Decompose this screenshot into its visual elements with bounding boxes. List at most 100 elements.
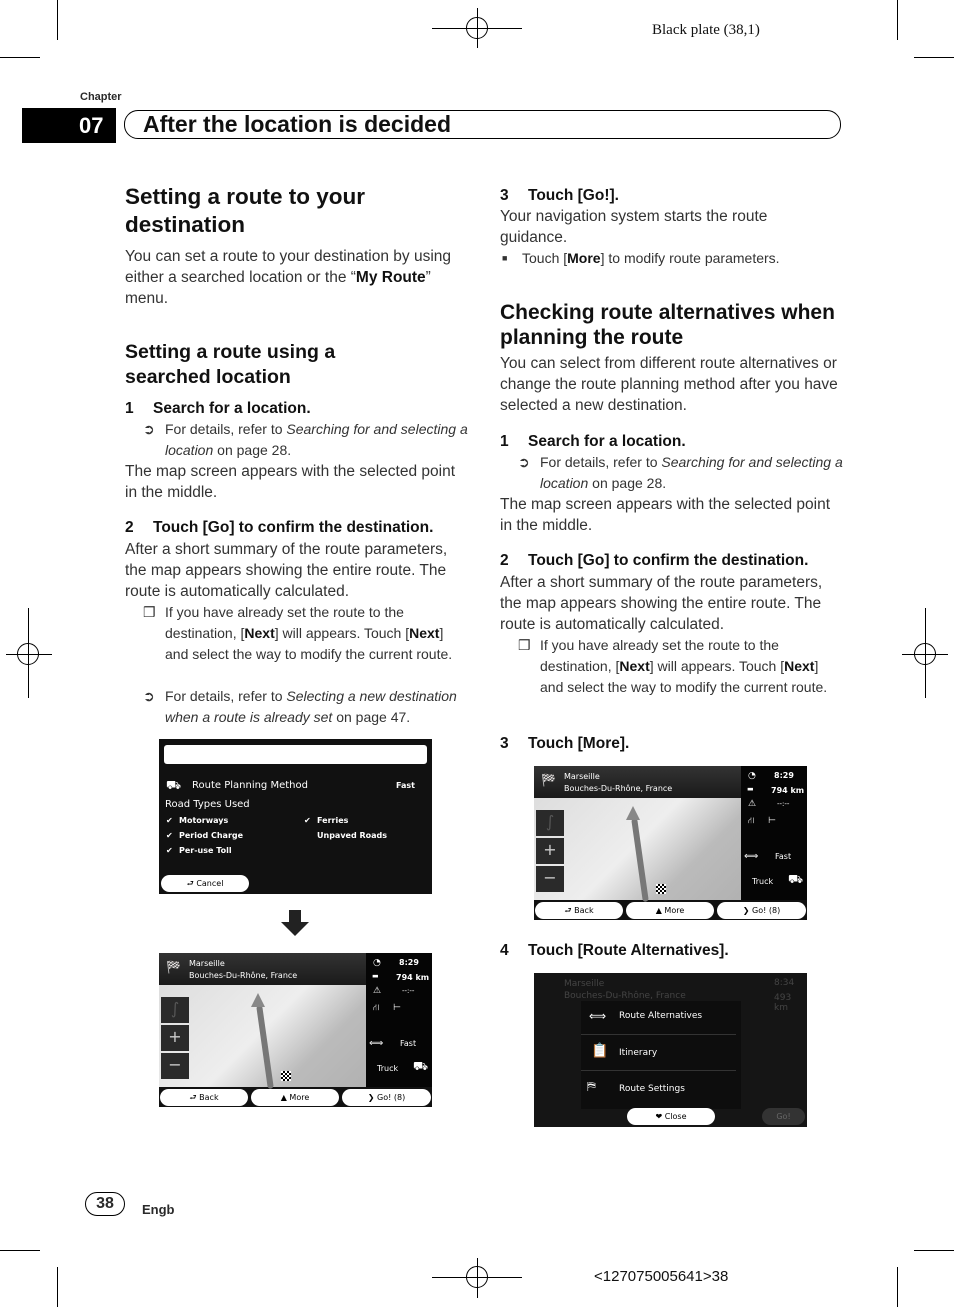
page-number: 38 — [85, 1192, 125, 1216]
zoom-in-button[interactable]: + — [536, 838, 564, 864]
back-arrow-icon: ⮐ — [186, 879, 197, 888]
down-arrow-icon — [281, 910, 309, 938]
zoom-out-button[interactable]: − — [536, 866, 564, 892]
remaining-distance: 794 km — [396, 973, 430, 982]
clock-icon: ◔ — [373, 958, 381, 968]
route-method: Fast — [775, 852, 792, 861]
intro-text: You can select from different route alte… — [500, 355, 838, 414]
more-button[interactable]: ▲ More — [626, 902, 714, 919]
bullet-note: ■ Touch [More] to modify route parameters… — [502, 250, 780, 266]
reference-note: ➲ For details, refer to Searching for and… — [518, 454, 843, 491]
map-screen: 🏁 Marseille Bouches-Du-Rhône, France ◔ 8… — [534, 766, 807, 920]
route-method-icon: ⟺ — [744, 851, 759, 862]
close-button[interactable]: ❤ Close — [627, 1108, 715, 1125]
road-type-option[interactable]: ✔ Per-use Toll — [166, 846, 232, 855]
toll-icon: ⊢ — [393, 1003, 401, 1013]
menu-item-route-settings[interactable]: ⛿ Route Settings — [581, 1072, 736, 1106]
truck-icon: ⛟ — [413, 1059, 429, 1073]
registration-mark — [925, 608, 926, 698]
reference-note: ➲ For details, refer to Searching for and… — [143, 421, 468, 458]
route-alternatives-icon: ⟺ — [589, 1009, 607, 1023]
road-type-option[interactable]: Unpaved Roads — [304, 831, 387, 840]
road-types-label: Road Types Used — [165, 799, 250, 810]
back-button[interactable]: ⮐ Back — [160, 1089, 248, 1106]
chevron-right-icon: ❯ — [742, 906, 753, 915]
zoom-in-button[interactable]: + — [161, 1025, 189, 1051]
go-button[interactable]: ❯ Go! (8) — [717, 902, 806, 919]
warning-icon: ⚠ — [748, 799, 757, 809]
remaining-time: 8:29 — [399, 958, 419, 967]
direction-arrow-icon — [251, 993, 265, 1007]
chevron-right-icon: ❯ — [367, 1093, 378, 1102]
chevron-down-icon: ❤ — [655, 1112, 665, 1121]
menu-panel: ⟺ Route Alternatives 📋 Itinerary ⛿ Route Se… — [581, 1001, 741, 1109]
registration-mark — [477, 8, 478, 48]
language-code: Engb — [142, 1202, 175, 1217]
distance-icon: ▬ — [747, 785, 754, 793]
go-button[interactable]: Go! — [762, 1108, 805, 1125]
crop-mark — [57, 0, 58, 40]
step-2: 2 Touch [Go] to confirm the destination. — [500, 552, 809, 569]
more-menu-screen: Marseille Bouches-Du-Rhône, France 8:34 … — [534, 973, 807, 1127]
step-3: 3 Touch [Go!]. — [500, 187, 619, 204]
truck-icon: ⛟ — [788, 872, 804, 886]
itinerary-icon: 📋 — [591, 1043, 609, 1059]
go-button[interactable]: ❯ Go! (8) — [342, 1089, 431, 1106]
eta: --:-- — [402, 987, 415, 995]
zoom-out-button[interactable]: − — [161, 1053, 189, 1079]
cancel-button[interactable]: ⮐ Cancel — [161, 875, 249, 892]
search-bar[interactable] — [164, 745, 427, 764]
route-planning-method-label[interactable]: Route Planning Method — [192, 780, 308, 791]
road-type-option[interactable]: ✔ Ferries — [304, 816, 348, 825]
step-2: 2 Touch [Go] to confirm the destination. — [125, 519, 434, 536]
checkmark-icon: ✔ — [166, 816, 173, 825]
destination-city: Marseille — [189, 959, 225, 968]
remaining-distance: 493 km — [774, 993, 792, 1013]
route-settings-icon: ⛿ — [587, 1079, 596, 1093]
crop-mark — [57, 1267, 58, 1307]
back-button[interactable]: ⮐ Back — [535, 902, 623, 919]
step-1: 1 Search for a location. — [500, 433, 686, 450]
destination-region: Bouches-Du-Rhône, France — [564, 784, 673, 793]
crop-mark — [897, 1267, 898, 1307]
step-3-more: 3 Touch [More]. — [500, 735, 630, 752]
registration-mark — [477, 1258, 478, 1298]
chapter-title: After the location is decided — [124, 110, 841, 139]
distance-icon: ▬ — [372, 972, 379, 980]
menu-item-itinerary[interactable]: 📋 Itinerary — [581, 1036, 736, 1071]
step-1-text: The map screen appears with the selected… — [500, 496, 830, 534]
destination-city: Marseille — [564, 979, 605, 989]
step-1-text: The map screen appears with the selected… — [125, 463, 455, 501]
crop-mark — [897, 0, 898, 40]
checkered-flag-icon: 🏁 — [166, 960, 181, 974]
back-arrow-icon: ⮐ — [189, 1093, 200, 1102]
direction-arrow-icon — [626, 806, 640, 820]
crop-mark — [914, 57, 954, 58]
route-planning-method-value: Fast — [396, 781, 415, 790]
eta: --:-- — [777, 800, 790, 808]
checkered-flag-icon: 🏁 — [541, 773, 556, 787]
chapter-number: 07 — [22, 108, 116, 143]
registration-mark — [28, 608, 29, 698]
section-title: Setting a route to your destination — [125, 184, 366, 237]
route-method-icon: ⟺ — [369, 1038, 384, 1049]
chapter-label: Chapter — [80, 91, 122, 103]
plate-code: <127075005641>38 — [594, 1268, 729, 1285]
step-3-text: Your navigation system starts the route … — [500, 208, 768, 246]
back-arrow-icon: ⮐ — [564, 906, 575, 915]
menu-item-route-alternatives[interactable]: ⟺ Route Alternatives — [581, 1001, 736, 1035]
truck-icon: ⛟ — [166, 778, 182, 792]
route-overview-button[interactable]: ∫ — [161, 997, 189, 1023]
road-type-option[interactable]: ✔ Period Charge — [166, 831, 243, 840]
route-overview-button[interactable]: ∫ — [536, 810, 564, 836]
step-1: 1 Search for a location. — [125, 400, 311, 417]
remaining-distance: 794 km — [771, 786, 805, 795]
route-settings-screen: ⛟ Route Planning Method Fast Road Types … — [159, 739, 432, 894]
crop-mark — [0, 57, 40, 58]
bullet-note: ❒ If you have already set the route to th… — [143, 604, 453, 662]
intro-text: You can set a route to your destination … — [125, 248, 452, 307]
road-type-option[interactable]: ✔ Motorways — [166, 816, 228, 825]
remaining-time: 8:29 — [774, 771, 794, 780]
more-button[interactable]: ▲ More — [251, 1089, 339, 1106]
plate-label: Black plate (38,1) — [652, 22, 760, 38]
